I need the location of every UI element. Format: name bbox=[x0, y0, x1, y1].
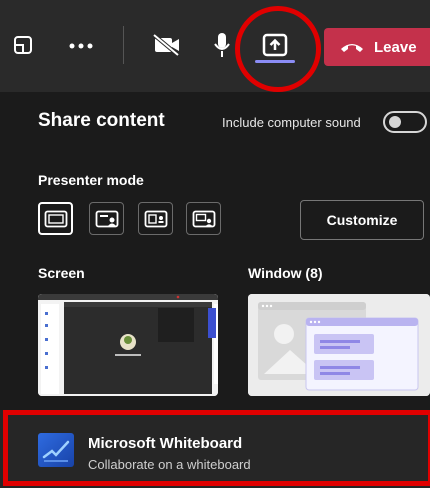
more-dots-glyph bbox=[69, 43, 93, 49]
share-screen-glyph bbox=[262, 33, 288, 57]
screen-thumbnail[interactable] bbox=[38, 294, 218, 396]
more-dots-icon[interactable] bbox=[66, 36, 96, 56]
window-thumbnail[interactable] bbox=[248, 294, 430, 396]
share-content-title: Share content bbox=[38, 110, 165, 131]
popout-icon[interactable] bbox=[10, 32, 36, 58]
standout-glyph bbox=[95, 210, 118, 227]
side-by-side-icon[interactable] bbox=[138, 202, 173, 235]
window-preview-image bbox=[248, 294, 430, 396]
window-label: Window (8) bbox=[248, 265, 323, 281]
microphone-glyph bbox=[214, 33, 230, 57]
include-sound-label: Include computer sound bbox=[222, 115, 361, 130]
presenter-mode-label: Presenter mode bbox=[38, 172, 144, 188]
toolbar-divider bbox=[123, 26, 124, 64]
leave-label: Leave bbox=[374, 38, 417, 56]
reporter-glyph bbox=[192, 210, 215, 227]
screen-preview-image bbox=[38, 294, 218, 396]
reporter-icon[interactable] bbox=[186, 202, 221, 235]
camera-off-icon[interactable] bbox=[150, 30, 184, 60]
share-content-panel: Leave Share content Include computer sou… bbox=[0, 0, 433, 488]
whiteboard-subtitle: Collaborate on a whiteboard bbox=[88, 457, 251, 472]
toggle-knob bbox=[389, 116, 401, 128]
screen-label: Screen bbox=[38, 265, 85, 281]
meeting-toolbar: Leave bbox=[0, 0, 433, 92]
microphone-icon[interactable] bbox=[210, 30, 234, 60]
content-only-glyph bbox=[44, 210, 67, 227]
whiteboard-app-glyph bbox=[38, 433, 74, 467]
camera-off-glyph bbox=[152, 33, 180, 57]
popout-icon-glyph bbox=[14, 36, 32, 54]
whiteboard-app-icon bbox=[38, 433, 74, 467]
leave-button[interactable]: Leave bbox=[324, 28, 433, 66]
share-screen-icon[interactable] bbox=[258, 31, 292, 59]
include-sound-toggle[interactable] bbox=[383, 111, 427, 133]
whiteboard-title: Microsoft Whiteboard bbox=[88, 435, 243, 452]
content-only-icon[interactable] bbox=[38, 202, 73, 235]
side-by-side-glyph bbox=[144, 210, 167, 227]
customize-button[interactable]: Customize bbox=[300, 200, 424, 240]
hang-up-icon bbox=[341, 44, 363, 52]
share-active-indicator bbox=[255, 60, 295, 63]
standout-icon[interactable] bbox=[89, 202, 124, 235]
